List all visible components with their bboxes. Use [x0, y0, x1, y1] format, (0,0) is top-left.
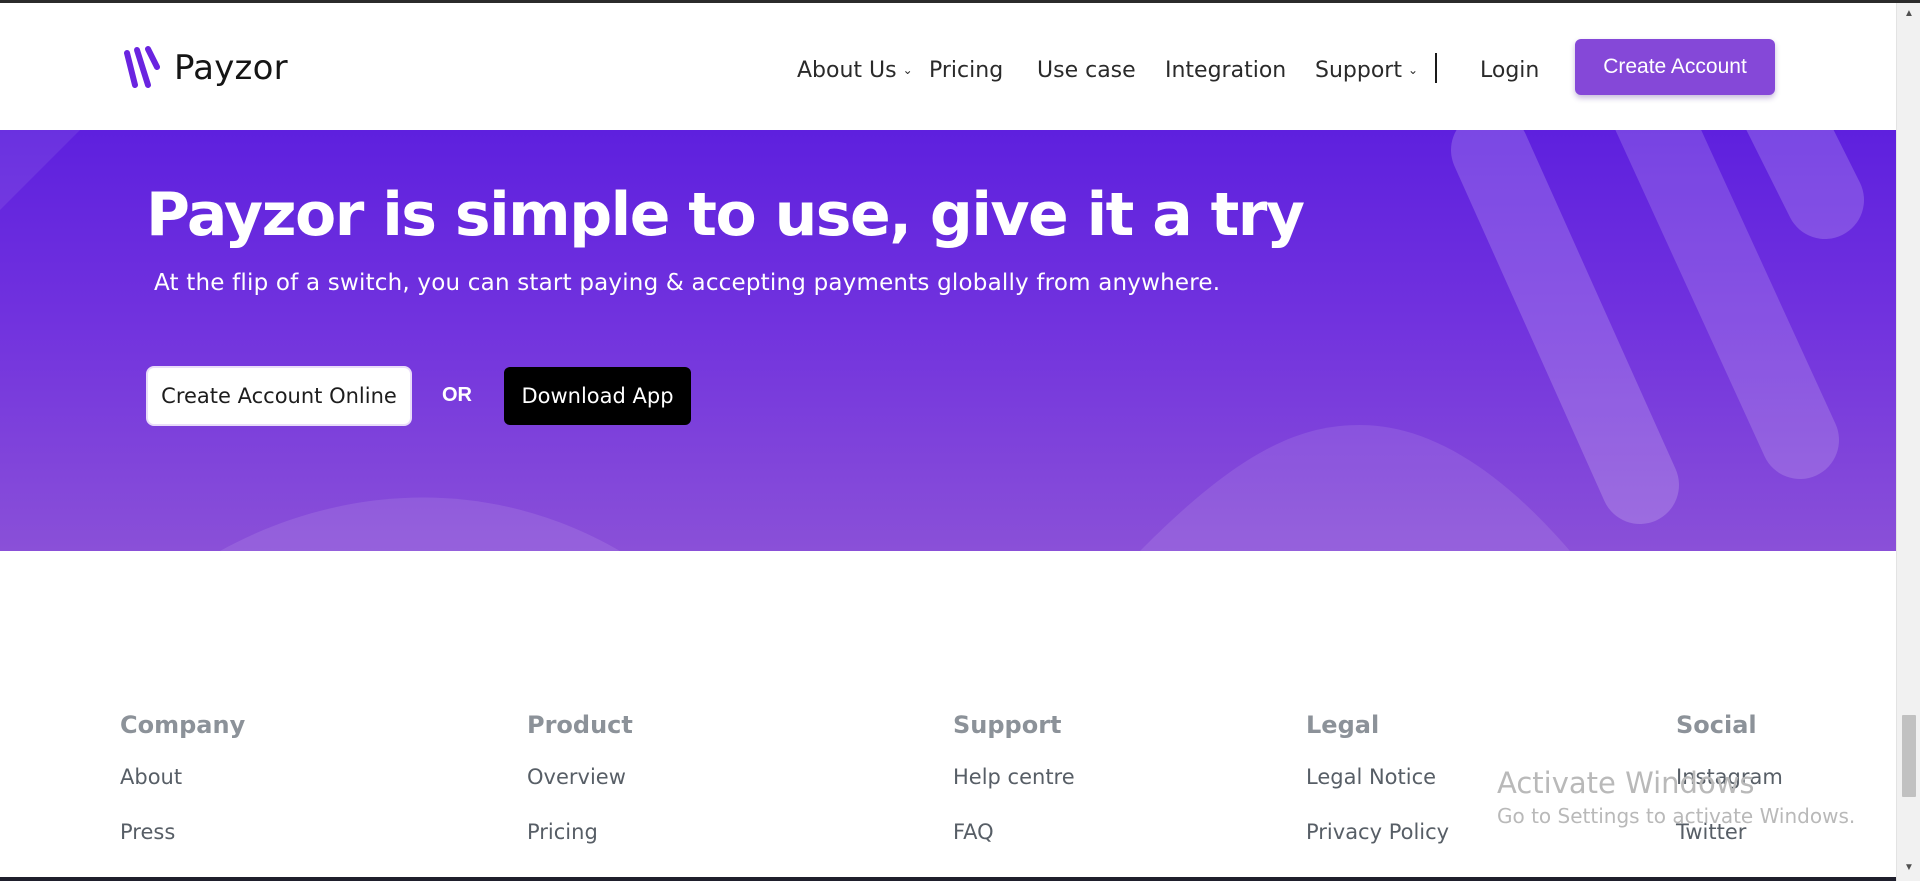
footer-column-company: Company About Press — [120, 711, 245, 849]
footer-link-about[interactable]: About — [120, 761, 245, 794]
nav-item-label: Support — [1315, 58, 1402, 83]
footer-column-legal: Legal Legal Notice Privacy Policy — [1306, 711, 1449, 849]
footer-heading: Legal — [1306, 711, 1380, 739]
chevron-down-icon: ⌄ — [1407, 63, 1419, 77]
create-account-online-button[interactable]: Create Account Online — [146, 366, 412, 426]
nav-item-support[interactable]: Support ⌄ — [1315, 51, 1418, 91]
footer-column-product: Product Overview Pricing — [527, 711, 633, 849]
nav-item-about-us[interactable]: About Us ⌄ — [797, 51, 913, 91]
footer-link-help-centre[interactable]: Help centre — [953, 761, 1075, 794]
chevron-down-icon: ⌄ — [902, 63, 913, 77]
footer-link-faq[interactable]: FAQ — [953, 816, 1075, 849]
footer-link-legal-notice[interactable]: Legal Notice — [1306, 761, 1449, 794]
nav-item-integration[interactable]: Integration — [1165, 51, 1286, 91]
nav-item-label: Pricing — [929, 58, 1004, 83]
nav-item-use-case[interactable]: Use case — [1037, 51, 1136, 91]
nav-item-pricing[interactable]: Pricing — [929, 51, 1003, 91]
footer-link-instagram[interactable]: Instagram — [1676, 761, 1783, 794]
footer-column-social: Social Instagram Twitter — [1676, 711, 1783, 849]
footer-link-overview[interactable]: Overview — [527, 761, 633, 794]
footer-link-twitter[interactable]: Twitter — [1676, 816, 1783, 849]
footer-link-press[interactable]: Press — [120, 816, 245, 849]
taskbar-edge — [0, 877, 1896, 881]
create-account-button[interactable]: Create Account — [1575, 39, 1775, 95]
footer-link-privacy-policy[interactable]: Privacy Policy — [1306, 816, 1449, 849]
nav-item-label: Integration — [1165, 58, 1287, 83]
scrollbar-thumb[interactable] — [1902, 715, 1916, 797]
scroll-down-arrow-icon[interactable]: ▼ — [1897, 859, 1920, 877]
vertical-scrollbar[interactable]: ▲ ▼ — [1896, 3, 1920, 881]
navbar: Payzor About Us ⌄ Pricing Use case Integr… — [0, 3, 1896, 130]
hero-title: Payzor is simple to use, give it a try — [146, 180, 1305, 250]
hero-banner: Payzor is simple to use, give it a try A… — [0, 130, 1896, 551]
footer-heading: Social — [1676, 711, 1757, 739]
nav-divider — [1435, 53, 1437, 83]
footer-heading: Product — [527, 711, 633, 739]
footer-link-pricing[interactable]: Pricing — [527, 816, 633, 849]
footer-column-support: Support Help centre FAQ — [953, 711, 1075, 849]
nav-item-label: Use case — [1037, 58, 1136, 83]
hero-subtitle: At the flip of a switch, you can start p… — [154, 270, 1221, 296]
nav-item-label: About Us — [797, 58, 897, 83]
login-link[interactable]: Login — [1480, 51, 1539, 91]
scroll-up-arrow-icon[interactable]: ▲ — [1897, 5, 1920, 23]
or-separator: OR — [442, 384, 472, 406]
footer-heading: Support — [953, 711, 1062, 739]
footer-heading: Company — [120, 711, 246, 739]
download-app-button[interactable]: Download App — [504, 367, 691, 425]
